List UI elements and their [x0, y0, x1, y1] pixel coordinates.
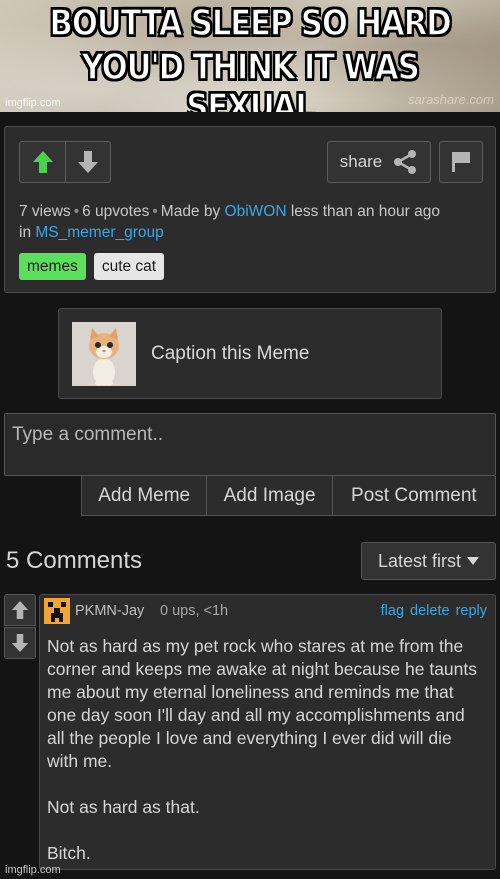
upvote-button[interactable]	[20, 142, 65, 182]
up-arrow-icon	[32, 151, 53, 173]
comment-paragraph: Not as hard as my pet rock who stares at…	[47, 636, 477, 771]
sort-dropdown[interactable]: Latest first	[361, 542, 496, 580]
post-info-panel: share 7 views • 6 upvotes • Made by ObiWON l…	[4, 126, 496, 293]
up-arrow-icon	[11, 601, 29, 619]
post-comment-button[interactable]: Post Comment	[331, 476, 495, 515]
upvote-count: 6 upvotes	[82, 203, 150, 220]
comment-stats: 0 ups, <1h	[160, 603, 229, 619]
site-watermark: sarashare.com	[408, 92, 494, 107]
comment: PKMN-Jay 0 ups, <1h flag delete reply No…	[39, 594, 496, 870]
share-button[interactable]: share	[327, 141, 431, 183]
tag-list: memes cute cat	[19, 253, 165, 280]
comment-paragraph: Bitch.	[47, 843, 91, 863]
comment-actions: flag delete reply	[381, 603, 487, 619]
kitten-thumbnail	[72, 322, 136, 386]
flag-icon	[452, 152, 470, 172]
flag-link[interactable]: flag	[381, 603, 404, 619]
comment-input[interactable]	[4, 413, 496, 476]
meme-image: BOUTTA SLEEP SO HARD YOU'D THINK IT WAS …	[0, 0, 500, 112]
downvote-button[interactable]	[65, 142, 110, 182]
tag-cute-cat[interactable]: cute cat	[93, 253, 165, 280]
down-arrow-icon	[11, 634, 29, 652]
add-image-button[interactable]: Add Image	[206, 476, 331, 515]
tag-memes[interactable]: memes	[19, 253, 86, 280]
composer-actions: Add Meme Add Image Post Comment	[81, 476, 496, 516]
in-label: in	[19, 224, 32, 241]
delete-link[interactable]: delete	[410, 603, 450, 619]
sort-label: Latest first	[377, 550, 462, 571]
share-label: share	[339, 152, 383, 171]
author-link[interactable]: ObiWON	[225, 203, 287, 220]
post-time: less than an hour ago	[290, 203, 440, 220]
meme-top-text: BOUTTA SLEEP SO HARD	[49, 3, 453, 45]
reply-link[interactable]: reply	[456, 603, 487, 619]
comment-upvote-button[interactable]	[4, 594, 36, 626]
imgflip-watermark: imgflip.com	[5, 97, 61, 109]
view-count: 7 views	[19, 203, 71, 220]
meme-bottom-text: YOU'D THINK IT WAS SEXUAL	[81, 47, 421, 112]
stream-link[interactable]: MS_memer_group	[35, 224, 163, 241]
post-meta: 7 views • 6 upvotes • Made by ObiWON less th…	[19, 203, 440, 241]
comments-count-heading: 5 Comments	[6, 547, 143, 574]
comment-paragraph: Not as hard as that.	[47, 797, 200, 817]
pixel-avatar-icon[interactable]	[44, 598, 70, 624]
caption-label: Caption this Meme	[151, 343, 310, 364]
imgflip-watermark-bottom: imgflip.com	[5, 864, 61, 876]
comment-body: Not as hard as my pet rock who stares at…	[47, 635, 487, 865]
caret-down-icon	[467, 557, 480, 565]
made-by-label: Made by	[160, 203, 221, 220]
share-icon	[394, 150, 417, 174]
comment-username[interactable]: PKMN-Jay	[75, 603, 144, 619]
comment-downvote-button[interactable]	[4, 627, 36, 659]
caption-this-meme-button[interactable]: Caption this Meme	[58, 308, 442, 399]
add-meme-button[interactable]: Add Meme	[82, 476, 206, 515]
vote-buttons	[19, 141, 111, 183]
down-arrow-icon	[78, 151, 98, 173]
flag-button[interactable]	[439, 141, 483, 183]
